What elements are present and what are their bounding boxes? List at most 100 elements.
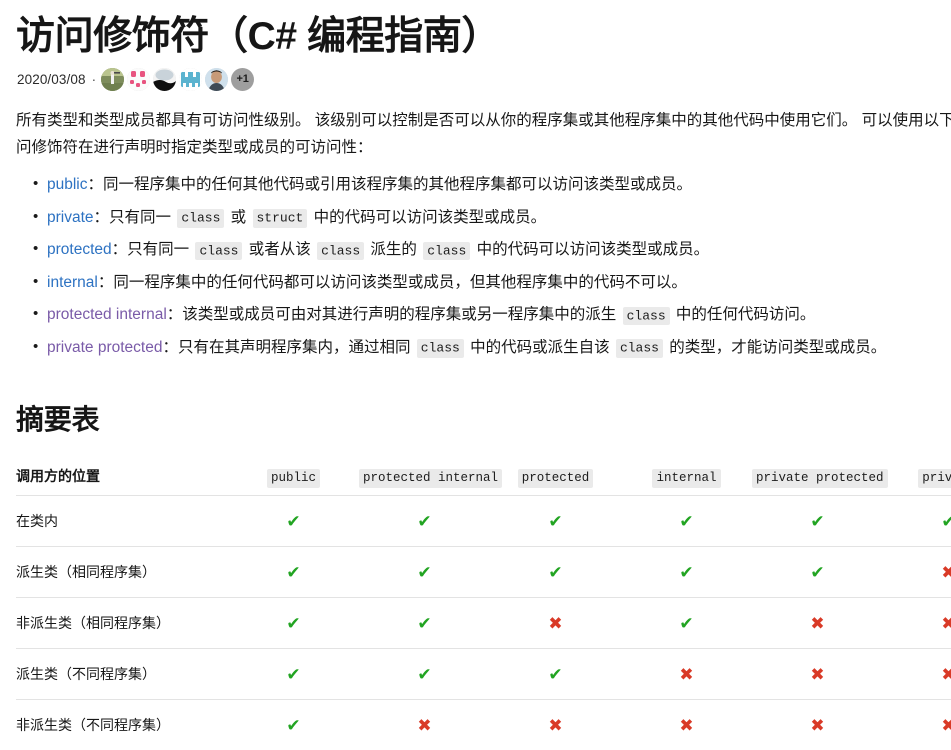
modifier-item-protected-internal: protected internal：该类型或成员可由对其进行声明的程序集或另一… [33,302,951,327]
cell-internal: ✔ [621,496,752,547]
header-protected-internal: protected internal [359,460,503,496]
section-heading-summary-table: 摘要表 [16,404,100,436]
modifier-list: public ： 同一程序集中的任何其他代码或引用该程序集的其他程序集都可以访问该类… [0,172,951,360]
modifier-item-public: public：同一程序集中的任何其他代码或引用该程序集的其他程序集都可以访问该类… [33,172,951,197]
inline-code: class [622,306,670,326]
modifier-description: 派生的 [366,241,422,259]
modifier-colon: ： [162,338,178,356]
modifier-description: 同一程序集中的任何代码都可以访问该类型或成员，但其他程序集中的代码不可以。 [113,273,687,291]
cell-private-protected: ✔ [752,547,883,598]
article-page: 访问修饰符（C# 编程指南） 2020/03/08 · +1 所有类型和类型成员… [0,0,951,734]
summary-table-wrapper: 调用方的位置 public protected internal protected… [0,460,951,750]
modifier-description: 中的代码或派生自该 [465,338,614,356]
cross-icon: ✖ [810,715,825,735]
cross-icon: ✖ [941,715,951,735]
modifier-description: 或 [226,208,251,226]
cell-public: ✔ [228,649,359,700]
publish-date: 2020/03/08 [17,71,86,87]
avatar-landscape[interactable] [153,67,177,91]
modifier-link-internal[interactable]: internal [47,274,98,291]
avatar-pink-pattern[interactable] [127,67,151,91]
inline-code: class [317,241,365,261]
inline-code: class [423,241,471,261]
cross-icon: ✖ [679,715,694,735]
inline-code: struct [252,209,308,228]
modifier-link-protected-internal[interactable]: protected internal [47,306,167,323]
header-caller-location: 调用方的位置 [16,468,100,485]
modifier-description: 只有在其声明程序集内，通过相同 [177,338,415,356]
cell-internal: ✔ [621,598,752,649]
cell-protected-internal: ✔ [359,649,490,700]
modifier-link-private[interactable]: private [47,209,94,226]
byline: 2020/03/08 · +1 [0,60,951,92]
check-icon: ✔ [286,562,301,582]
cell-public: ✔ [228,547,359,598]
modifier-link-private-protected[interactable]: private protected [47,339,162,356]
modifier-link-protected[interactable]: protected [47,241,112,258]
modifier-description: 中的任何代码访问。 [671,306,816,324]
header-code-label: public [266,468,320,488]
check-icon: ✔ [679,511,694,531]
check-icon: ✔ [548,664,563,684]
cross-icon: ✖ [941,613,951,633]
table-row: 派生类（相同程序集） ✔ ✔ ✔ ✔ ✔ ✖ [16,546,951,598]
cell-protected-internal: ✔ [359,547,490,598]
cross-icon: ✖ [417,715,432,735]
modifier-colon: ： [111,241,128,259]
summary-table-header-row: 调用方的位置 public protected internal protected… [16,460,951,496]
cell-private-protected: ✖ [752,700,883,750]
avatar-blue-pixel[interactable] [179,67,203,91]
check-icon: ✔ [417,664,432,684]
summary-table-head: 调用方的位置 public protected internal protected… [16,460,951,496]
inline-code: class [195,241,243,261]
check-icon: ✔ [810,562,825,582]
cell-private: ✖ [883,547,951,598]
modifier-link-public[interactable]: public [47,176,88,193]
modifier-description: 中的代码可以访问该类型或成员。 [472,241,710,259]
modifier-description: 同一程序集中的任何其他代码或引用该程序集的其他程序集都可以访问该类型或成员。 [103,176,693,194]
cell-internal: ✖ [621,700,752,750]
header-code-label: protected [517,468,594,488]
modifier-item-protected: protected：只有同一 class 或者从该 class 派生的 clas… [33,237,951,262]
intro-paragraph: 所有类型和类型成员都具有可访问性级别。 该级别可以控制是否可以从你的程序集或其他… [16,112,951,156]
check-icon: ✔ [548,562,563,582]
contributor-avatars: +1 [101,67,255,91]
cross-icon: ✖ [810,613,825,633]
avatar-overflow-count[interactable]: +1 [231,67,255,91]
cross-icon: ✖ [679,664,694,684]
cell-private-protected: ✔ [752,496,883,547]
check-icon: ✔ [941,511,951,531]
cell-public: ✔ [228,496,359,547]
cell-protected: ✔ [490,547,621,598]
modifier-item-private-protected: private protected：只有在其声明程序集内，通过相同 class … [33,335,951,360]
avatar-golfer[interactable] [101,67,125,91]
modifier-description: 中的代码可以访问该类型或成员。 [309,208,547,226]
cell-protected-internal: ✔ [359,496,490,547]
row-location-label: 非派生类（相同程序集） [16,615,170,632]
cross-icon: ✖ [941,664,951,684]
table-row: 非派生类（不同程序集） ✔ ✖ ✖ ✖ ✖ ✖ [16,699,951,750]
header-code-label: private [918,468,951,488]
cell-protected-internal: ✔ [359,598,490,649]
cell-internal: ✔ [621,547,752,598]
header-internal: internal [621,460,752,496]
modifier-colon: ： [97,273,114,291]
cell-private: ✖ [883,598,951,649]
check-icon: ✔ [548,511,563,531]
table-row: 非派生类（相同程序集） ✔ ✔ ✖ ✔ ✖ ✖ [16,597,951,649]
cell-private-protected: ✖ [752,649,883,700]
inline-code: class [177,209,225,228]
header-protected: protected [490,460,621,496]
avatar-portrait[interactable] [205,67,229,91]
cell-private: ✖ [883,700,951,750]
check-icon: ✔ [286,613,301,633]
cell-protected: ✖ [490,700,621,750]
check-icon: ✔ [679,562,694,582]
cell-protected: ✔ [490,496,621,547]
byline-separator: · [91,71,97,87]
header-code-label: private protected [752,468,888,488]
modifier-colon: ： [166,306,183,324]
summary-table: 调用方的位置 public protected internal protected… [16,460,951,750]
check-icon: ✔ [679,613,694,633]
cell-protected: ✔ [490,649,621,700]
